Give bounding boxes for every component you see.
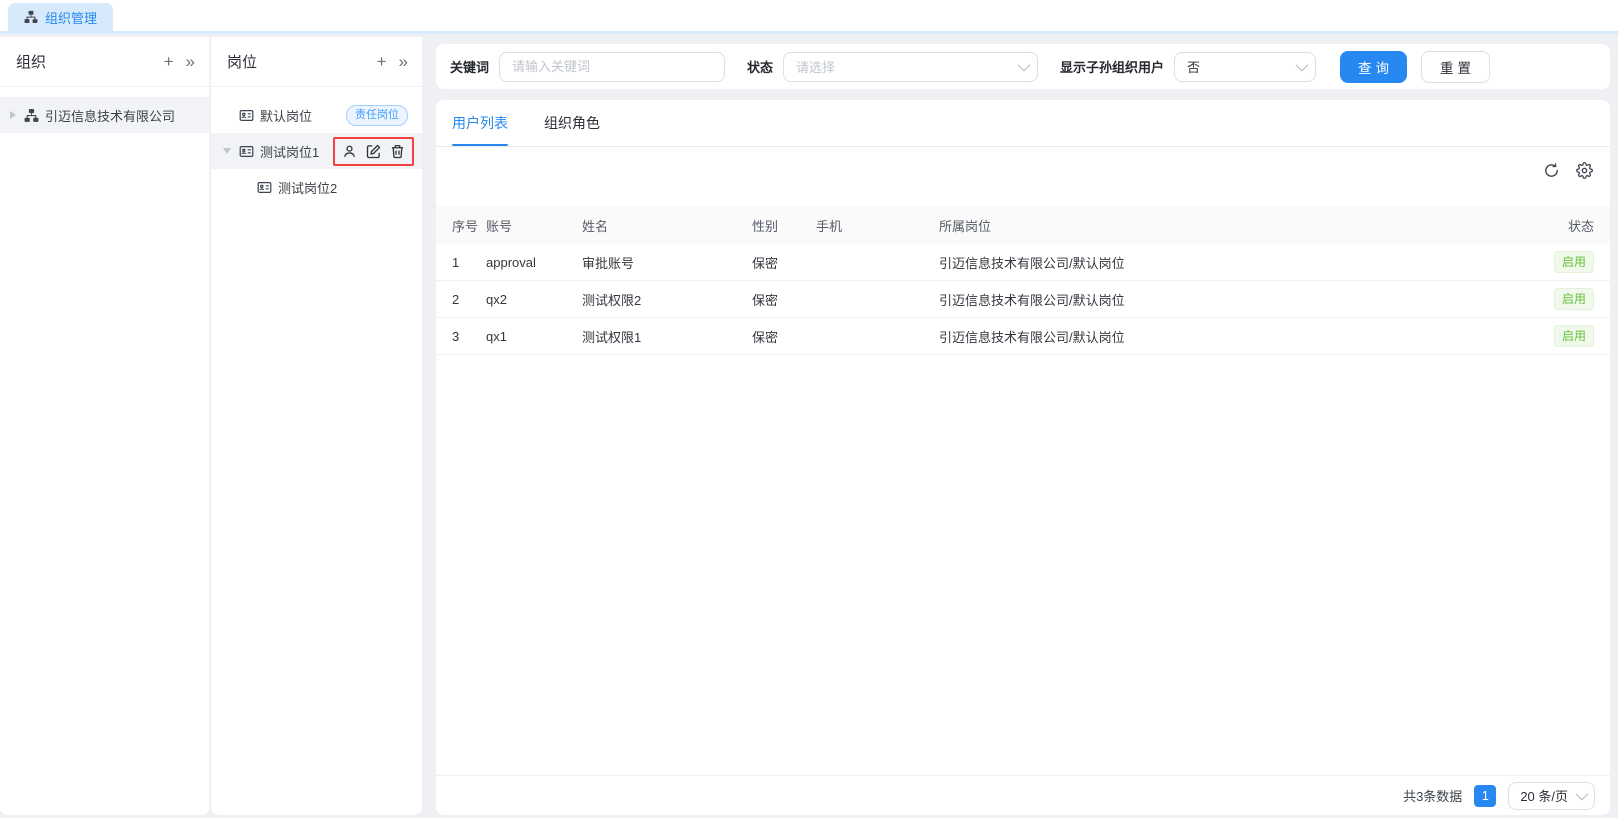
position-node-label: 默认岗位 — [260, 106, 312, 125]
expand-caret-icon[interactable] — [10, 111, 16, 119]
tab-org-management[interactable]: 组织管理 — [8, 3, 113, 31]
collapse-panel-icon[interactable]: » — [186, 53, 195, 70]
tab-label: 组织管理 — [45, 8, 97, 27]
status-enabled-badge: 启用 — [1554, 251, 1594, 273]
chevron-down-icon — [1576, 788, 1589, 801]
tab-user-list[interactable]: 用户列表 — [452, 100, 508, 146]
position-node-default[interactable]: 默认岗位 责任岗位 — [211, 97, 422, 133]
organization-tree: 引迈信息技术有限公司 — [0, 87, 209, 133]
total-count-text: 共3条数据 — [1403, 786, 1462, 805]
organization-panel-title: 组织 — [16, 51, 152, 72]
responsible-position-badge: 责任岗位 — [346, 105, 408, 126]
delete-trash-icon[interactable] — [390, 144, 405, 159]
cell-index: 2 — [452, 292, 486, 307]
keyword-label: 关键词 — [450, 57, 489, 76]
page-size-value: 20 条/页 — [1520, 786, 1568, 805]
pagination-bar: 共3条数据 1 20 条/页 — [436, 775, 1610, 815]
edit-icon[interactable] — [366, 144, 381, 159]
position-actions-highlight-box — [333, 137, 414, 166]
page-number-button[interactable]: 1 — [1474, 785, 1496, 807]
table-row[interactable]: 1 approval 审批账号 保密 引迈信息技术有限公司/默认岗位 启用 — [436, 244, 1610, 281]
cell-name: 测试权限2 — [582, 290, 752, 309]
col-status: 状态 — [1520, 216, 1594, 235]
cell-index: 1 — [452, 255, 486, 270]
position-node-test2[interactable]: 测试岗位2 — [211, 169, 422, 205]
cell-position: 引迈信息技术有限公司/默认岗位 — [939, 253, 1520, 272]
cell-status: 启用 — [1520, 251, 1594, 273]
cell-position: 引迈信息技术有限公司/默认岗位 — [939, 327, 1520, 346]
organization-panel-header: 组织 + » — [0, 37, 209, 87]
id-card-icon — [239, 144, 254, 159]
descendant-users-select[interactable]: 否 — [1174, 52, 1316, 82]
status-select[interactable]: 请选择 — [783, 52, 1038, 82]
search-button[interactable]: 查询 — [1340, 51, 1407, 83]
chevron-down-icon — [1296, 59, 1309, 72]
table-row[interactable]: 2 qx2 测试权限2 保密 引迈信息技术有限公司/默认岗位 启用 — [436, 281, 1610, 318]
position-node-test1[interactable]: 测试岗位1 — [211, 133, 422, 169]
cell-account: qx2 — [486, 292, 582, 307]
col-position: 所属岗位 — [939, 216, 1520, 235]
content-tabs: 用户列表 组织角色 — [436, 100, 1610, 147]
cell-account: approval — [486, 255, 582, 270]
status-label: 状态 — [747, 57, 773, 76]
company-icon — [24, 108, 39, 123]
settings-gear-icon[interactable] — [1576, 162, 1593, 179]
status-enabled-badge: 启用 — [1554, 288, 1594, 310]
tab-org-role[interactable]: 组织角色 — [544, 100, 600, 146]
col-account: 账号 — [486, 216, 582, 235]
user-table: 序号 账号 姓名 性别 手机 所属岗位 状态 1 approval 审批账号 保… — [436, 206, 1610, 355]
window-tab-bar: 组织管理 — [0, 0, 1618, 34]
descendant-users-value: 否 — [1187, 57, 1288, 76]
reset-button[interactable]: 重置 — [1421, 51, 1490, 83]
content-card: 用户列表 组织角色 序号 账号 姓名 性别 手机 所属岗位 状态 — [436, 100, 1610, 815]
table-row[interactable]: 3 qx1 测试权限1 保密 引迈信息技术有限公司/默认岗位 启用 — [436, 318, 1610, 355]
cell-gender: 保密 — [752, 253, 816, 272]
cell-name: 测试权限1 — [582, 327, 752, 346]
cell-name: 审批账号 — [582, 253, 752, 272]
position-node-label: 测试岗位2 — [278, 178, 337, 197]
chevron-down-icon — [1018, 59, 1031, 72]
cell-position: 引迈信息技术有限公司/默认岗位 — [939, 290, 1520, 309]
cell-status: 启用 — [1520, 325, 1594, 347]
position-panel-title: 岗位 — [227, 51, 365, 72]
keyword-input[interactable] — [499, 52, 725, 82]
cell-status: 启用 — [1520, 288, 1594, 310]
col-name: 姓名 — [582, 216, 752, 235]
col-phone: 手机 — [816, 216, 939, 235]
cell-account: qx1 — [486, 329, 582, 344]
cell-gender: 保密 — [752, 290, 816, 309]
organization-panel: 组织 + » 引迈信息技术有限公司 — [0, 37, 209, 815]
org-tree-node-company[interactable]: 引迈信息技术有限公司 — [0, 97, 209, 133]
page-size-select[interactable]: 20 条/页 — [1508, 782, 1595, 810]
col-index: 序号 — [452, 216, 486, 235]
table-body: 1 approval 审批账号 保密 引迈信息技术有限公司/默认岗位 启用 2 … — [436, 244, 1610, 355]
table-header-row: 序号 账号 姓名 性别 手机 所属岗位 状态 — [436, 206, 1610, 244]
table-toolbar — [436, 147, 1610, 193]
collapse-panel-icon[interactable]: » — [399, 53, 408, 70]
collapse-caret-icon[interactable] — [223, 148, 231, 154]
descendant-users-label: 显示子孙组织用户 — [1060, 57, 1164, 76]
status-select-placeholder: 请选择 — [796, 57, 1010, 76]
filter-bar: 关键词 状态 请选择 显示子孙组织用户 否 查询 重置 — [436, 44, 1610, 89]
status-enabled-badge: 启用 — [1554, 325, 1594, 347]
cell-index: 3 — [452, 329, 486, 344]
member-user-icon[interactable] — [342, 144, 357, 159]
position-node-label: 测试岗位1 — [260, 142, 319, 161]
add-position-icon[interactable]: + — [377, 53, 387, 70]
add-organization-icon[interactable]: + — [164, 53, 174, 70]
id-card-icon — [239, 108, 254, 123]
org-chart-icon — [24, 10, 38, 24]
id-card-icon — [257, 180, 272, 195]
refresh-icon[interactable] — [1543, 162, 1560, 179]
position-panel-header: 岗位 + » — [211, 37, 422, 87]
col-gender: 性别 — [752, 216, 816, 235]
org-node-label: 引迈信息技术有限公司 — [45, 106, 175, 125]
cell-gender: 保密 — [752, 327, 816, 346]
position-tree: 默认岗位 责任岗位 测试岗位1 — [211, 87, 422, 205]
position-panel: 岗位 + » 默认岗位 责任岗位 — [211, 37, 422, 815]
